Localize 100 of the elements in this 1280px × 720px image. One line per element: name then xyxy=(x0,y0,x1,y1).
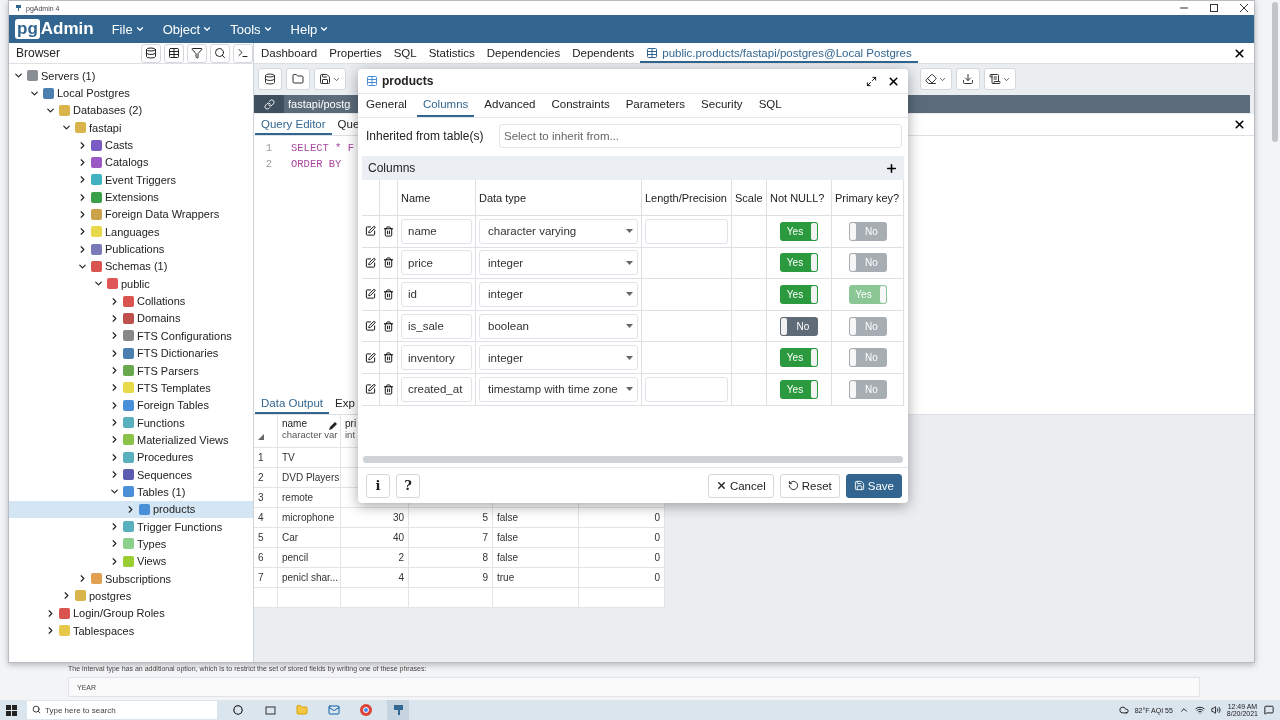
tab[interactable]: Dependents xyxy=(566,43,641,63)
edit-icon[interactable] xyxy=(365,351,376,364)
tree-item[interactable]: Views xyxy=(9,552,253,570)
edit-icon[interactable] xyxy=(365,383,376,396)
eraser-button[interactable] xyxy=(920,68,952,90)
wifi-icon[interactable] xyxy=(1194,705,1205,715)
download-button[interactable] xyxy=(956,68,980,90)
delete-icon[interactable] xyxy=(383,225,394,237)
name-field[interactable]: id xyxy=(401,282,472,307)
tab[interactable]: Exp xyxy=(329,393,361,414)
toggle-switch[interactable]: Yes xyxy=(780,379,818,399)
tab[interactable]: public.products/fastapi/postgres@Local Postgres xyxy=(640,43,918,63)
tree-item[interactable]: Servers (1) xyxy=(9,67,253,85)
tree-item[interactable]: Event Triggers xyxy=(9,171,253,189)
tab[interactable]: Advanced xyxy=(478,94,542,117)
close-icon[interactable] xyxy=(1240,4,1248,12)
edit-icon[interactable] xyxy=(365,256,376,269)
database-button[interactable] xyxy=(258,68,282,90)
add-button[interactable] xyxy=(885,161,898,175)
search-button[interactable] xyxy=(210,43,230,63)
type-select[interactable]: integer xyxy=(479,345,638,371)
tree-item[interactable]: products xyxy=(9,500,253,518)
tree-item[interactable]: Languages xyxy=(9,223,253,241)
tab[interactable]: Dashboard xyxy=(255,43,324,63)
windows-icon[interactable] xyxy=(6,704,17,716)
toggle-switch[interactable]: Yes xyxy=(780,253,818,273)
delete-icon[interactable] xyxy=(383,289,394,300)
tree-item[interactable]: Casts xyxy=(9,136,253,154)
edit-icon[interactable] xyxy=(365,288,376,301)
tree-item[interactable]: Procedures xyxy=(9,448,253,466)
type-select[interactable]: character varying xyxy=(479,218,638,244)
menu-item[interactable]: Tools xyxy=(230,21,273,37)
type-select[interactable]: integer xyxy=(479,282,638,307)
tree-item[interactable]: Domains xyxy=(9,309,253,328)
tree-item[interactable]: Tables (1) xyxy=(9,483,253,501)
save-button[interactable]: Save xyxy=(845,473,902,498)
macro-button[interactable] xyxy=(984,68,1016,90)
help-button[interactable]: i xyxy=(366,473,390,498)
terminal-button[interactable] xyxy=(233,43,253,63)
reset-button[interactable]: Reset xyxy=(779,473,840,498)
tree-item[interactable]: Login/Group Roles xyxy=(9,604,253,622)
close-icon[interactable] xyxy=(1233,118,1246,131)
tree-item[interactable]: fastapi xyxy=(9,119,253,137)
maximize-icon[interactable] xyxy=(866,75,877,87)
tab[interactable]: SQL xyxy=(387,43,423,63)
tree-item[interactable]: Functions xyxy=(9,413,253,432)
tree-item[interactable]: Materialized Views xyxy=(9,431,253,449)
name-field[interactable]: name xyxy=(401,218,472,244)
tree-item[interactable]: Foreign Tables xyxy=(9,396,253,414)
elephant-icon[interactable] xyxy=(387,700,409,720)
help-button[interactable]: ? xyxy=(396,473,420,498)
tree-item[interactable]: postgres xyxy=(9,587,253,605)
tab[interactable]: Parameters xyxy=(619,94,692,117)
name-field[interactable]: is_sale xyxy=(401,313,472,339)
close-icon[interactable] xyxy=(887,74,900,88)
tree-item[interactable]: Local Postgres xyxy=(9,84,253,102)
tree-item[interactable]: public xyxy=(9,275,253,293)
maximize-icon[interactable] xyxy=(1210,4,1218,12)
toggle-switch[interactable]: Yes xyxy=(780,348,818,368)
tree-item[interactable]: FTS Templates xyxy=(9,379,253,397)
tree-item[interactable]: Types xyxy=(9,535,253,553)
delete-icon[interactable] xyxy=(383,320,394,332)
tree-item[interactable]: FTS Configurations xyxy=(9,327,253,345)
save-button[interactable] xyxy=(314,68,346,90)
name-field[interactable]: created_at xyxy=(401,376,472,402)
type-select[interactable]: boolean xyxy=(479,313,638,339)
menu-item[interactable]: File xyxy=(111,21,145,37)
tree-item[interactable]: FTS Parsers xyxy=(9,361,253,380)
menu-item[interactable]: Help xyxy=(290,21,330,37)
tree-item[interactable]: Subscriptions xyxy=(9,569,253,588)
delete-icon[interactable] xyxy=(383,383,394,395)
search-field[interactable]: Type here to search xyxy=(27,701,217,719)
filter-button[interactable] xyxy=(187,43,207,63)
toggle-switch[interactable]: Yes xyxy=(780,221,818,241)
close-icon[interactable] xyxy=(1233,46,1246,60)
name-field[interactable]: price xyxy=(401,250,472,276)
tab[interactable]: Security xyxy=(695,94,749,117)
table-button[interactable] xyxy=(164,43,184,63)
delete-icon[interactable] xyxy=(383,352,394,364)
tree-item[interactable]: Schemas (1) xyxy=(9,257,253,276)
type-select[interactable]: timestamp with time zone xyxy=(479,376,638,402)
minimize-icon[interactable] xyxy=(1180,4,1188,12)
tab[interactable]: Columns xyxy=(416,94,475,117)
tab[interactable]: Statistics xyxy=(422,43,481,63)
type-select[interactable]: integer xyxy=(479,250,638,276)
tree-item[interactable]: Catalogs xyxy=(9,153,253,172)
tab[interactable]: General xyxy=(360,94,413,117)
database-button[interactable] xyxy=(141,43,161,63)
tree-item[interactable]: Collations xyxy=(9,292,253,310)
tree-item[interactable]: Databases (2) xyxy=(9,101,253,120)
tab[interactable]: Properties xyxy=(323,43,388,63)
cancel-button[interactable]: Cancel xyxy=(707,473,774,498)
tab[interactable]: SQL xyxy=(752,94,788,117)
notification-icon[interactable] xyxy=(1264,705,1274,715)
select-field[interactable]: Select to inherit from... xyxy=(499,124,902,148)
delete-icon[interactable] xyxy=(383,257,394,269)
menu-item[interactable]: Object xyxy=(162,21,213,37)
tree-item[interactable]: Tablespaces xyxy=(9,622,253,640)
expand-icon[interactable] xyxy=(125,503,136,515)
tree-item[interactable]: Extensions xyxy=(9,188,253,206)
